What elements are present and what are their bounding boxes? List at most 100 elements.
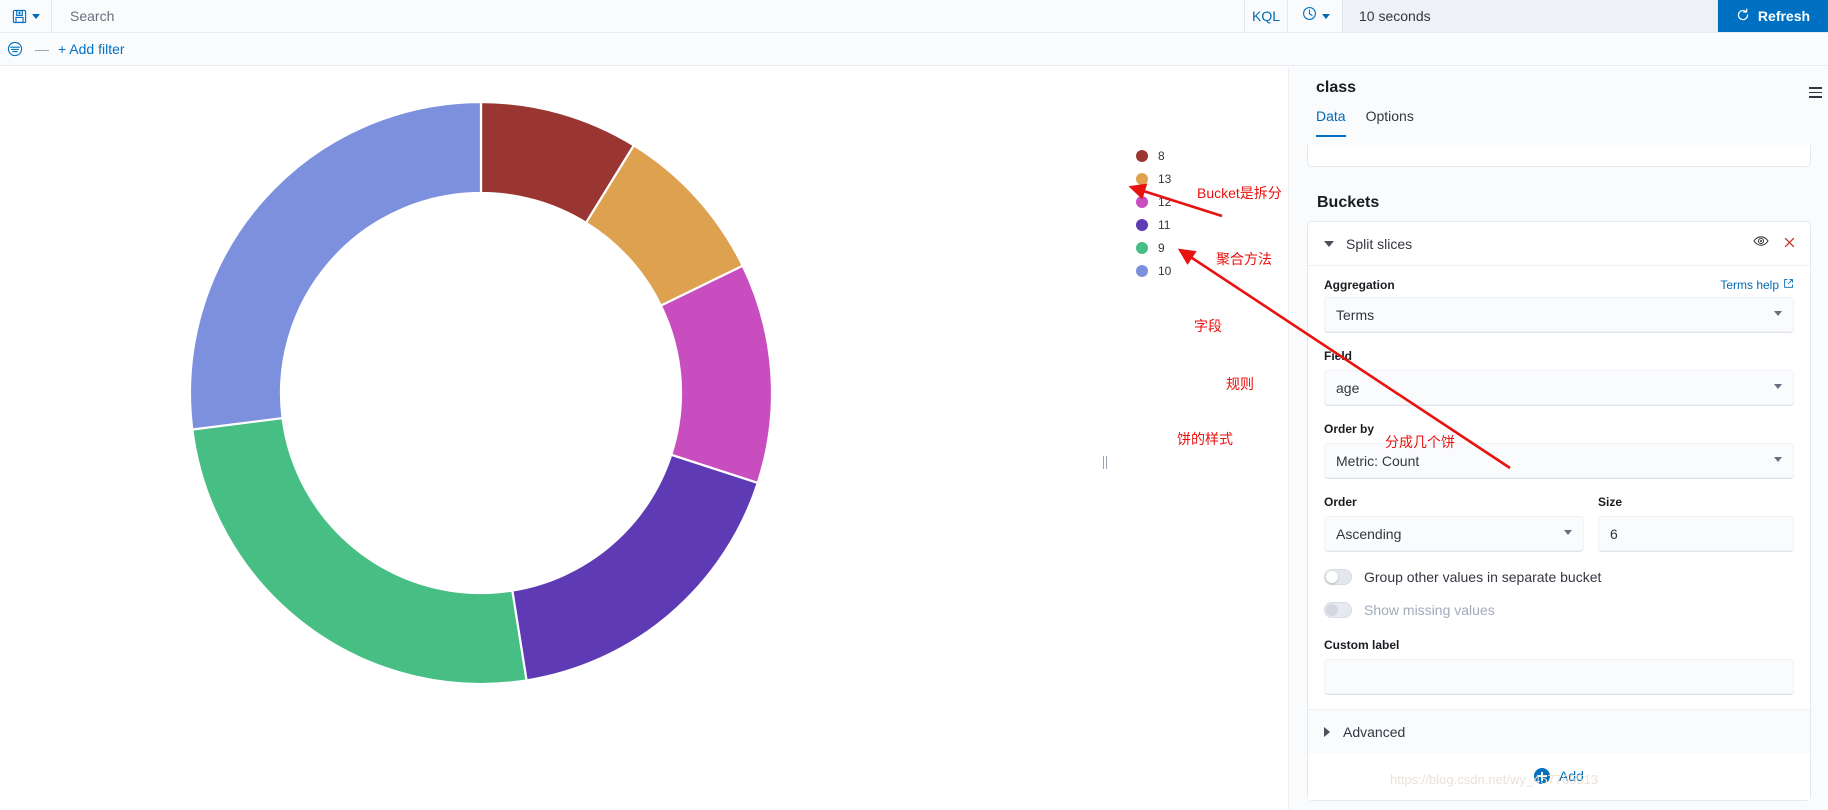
editor-tabs: Data Options (1316, 108, 1414, 137)
aggregation-select[interactable]: Terms (1324, 297, 1794, 333)
show-missing-values-row: Show missing values (1324, 602, 1794, 618)
bucket-form: Aggregation Terms help Terms Field age O… (1308, 266, 1810, 709)
group-other-values-toggle[interactable] (1324, 569, 1352, 585)
tab-data-label: Data (1316, 108, 1346, 124)
legend-color-dot (1136, 242, 1148, 254)
custom-label-group: Custom label (1324, 636, 1794, 695)
show-missing-values-toggle (1324, 602, 1352, 618)
chevron-down-icon (1322, 13, 1330, 19)
search-field-wrapper[interactable] (52, 0, 1244, 32)
group-other-values-row[interactable]: Group other values in separate bucket (1324, 569, 1794, 585)
legend-item[interactable]: 9 (1136, 241, 1171, 255)
split-slices-label: Split slices (1346, 235, 1413, 252)
chevron-down-icon (1774, 311, 1782, 316)
annotation-field: 字段 (1194, 318, 1222, 334)
filter-list-icon[interactable] (4, 41, 26, 57)
legend-color-dot (1136, 196, 1148, 208)
kql-language-button[interactable]: KQL (1244, 0, 1288, 32)
add-filter-button[interactable]: + Add filter (58, 41, 125, 57)
legend-item-label: 10 (1158, 264, 1172, 278)
size-input[interactable] (1598, 516, 1794, 552)
chevron-down-icon (1324, 240, 1334, 247)
aggregation-value: Terms (1336, 306, 1375, 323)
refresh-label: Refresh (1757, 8, 1811, 24)
field-select[interactable]: age (1324, 370, 1794, 406)
chevron-down-icon (1564, 530, 1572, 535)
legend-color-dot (1136, 173, 1148, 185)
kql-label: KQL (1251, 8, 1280, 24)
size-group: Size (1598, 493, 1794, 552)
legend-item-label: 13 (1158, 172, 1172, 186)
donut-slice-9[interactable] (191, 416, 528, 686)
save-disk-icon (12, 9, 27, 24)
refresh-icon (1736, 7, 1750, 25)
order-size-row: Order Ascending Size (1324, 493, 1794, 552)
legend-item[interactable]: 10 (1136, 264, 1171, 278)
order-by-label: Order by (1324, 422, 1375, 436)
annotation-pie-style: 饼的样式 (1177, 431, 1233, 447)
donut-slice-11[interactable] (511, 453, 760, 682)
refresh-interval-display[interactable]: 10 seconds (1343, 0, 1717, 32)
visualization-area: 8 13 12 11 9 10 (0, 67, 1288, 810)
aggregation-label: Aggregation (1324, 278, 1395, 292)
filter-separator: — (35, 41, 49, 57)
quick-select-button[interactable] (1288, 0, 1343, 32)
order-group: Order Ascending (1324, 493, 1584, 552)
page-title: class (1316, 79, 1357, 96)
chevron-right-icon (1324, 727, 1330, 737)
terms-help-label: Terms help (1720, 278, 1779, 292)
custom-label-input[interactable] (1324, 659, 1794, 695)
panel-resize-handle[interactable] (1101, 455, 1109, 469)
legend-item-label: 8 (1158, 149, 1165, 163)
order-label: Order (1324, 495, 1357, 509)
legend-color-dot (1136, 219, 1148, 231)
refresh-button[interactable]: Refresh (1718, 0, 1828, 32)
eye-icon[interactable] (1753, 233, 1769, 254)
query-bar: KQL 10 seconds (0, 0, 1828, 33)
legend-color-dot (1136, 265, 1148, 277)
split-slices-row[interactable]: Split slices (1308, 222, 1810, 266)
donut-slice-12[interactable] (659, 264, 774, 485)
legend-item[interactable]: 11 (1136, 218, 1171, 232)
tab-data[interactable]: Data (1316, 108, 1346, 137)
annotation-bucket-is-split: Bucket是拆分 (1197, 185, 1282, 201)
legend-item[interactable]: 12 (1136, 195, 1171, 209)
group-other-values-label: Group other values in separate bucket (1364, 569, 1602, 585)
chart-legend: 8 13 12 11 9 10 (1136, 149, 1171, 278)
tab-options-label: Options (1365, 108, 1414, 124)
bucket-card: Split slices Aggregation Terms help Term… (1307, 221, 1811, 801)
saved-query-button[interactable] (0, 0, 52, 32)
close-x-icon[interactable] (1783, 236, 1796, 252)
donut-slice-10[interactable] (188, 100, 483, 431)
chevron-down-icon (1774, 384, 1782, 389)
order-value: Ascending (1336, 525, 1402, 542)
order-select[interactable]: Ascending (1324, 516, 1584, 552)
aggregation-label-row: Aggregation Terms help (1324, 278, 1794, 292)
kibana-visualize-screen: KQL 10 seconds (0, 0, 1828, 810)
field-label: Field (1324, 349, 1353, 363)
advanced-accordion[interactable]: Advanced (1308, 709, 1810, 754)
tab-options[interactable]: Options (1366, 108, 1414, 137)
legend-item[interactable]: 13 (1136, 172, 1171, 186)
terms-help-link[interactable]: Terms help (1720, 278, 1794, 292)
editor-panel: class Data Options Buckets Split slices … (1288, 67, 1828, 810)
custom-label-label: Custom label (1324, 638, 1400, 652)
donut-chart[interactable] (188, 100, 774, 686)
legend-color-dot (1136, 150, 1148, 162)
date-picker: 10 seconds (1288, 0, 1718, 32)
donut-chart-svg[interactable] (188, 100, 774, 686)
legend-item[interactable]: 8 (1136, 149, 1171, 163)
hamburger-menu-icon[interactable] (1809, 87, 1822, 98)
annotation-how-many-slices: 分成几个饼 (1385, 434, 1455, 450)
metrics-card-partial (1307, 145, 1811, 167)
order-by-value: Metric: Count (1336, 452, 1420, 469)
filter-bar: — + Add filter (0, 33, 1828, 66)
search-input[interactable] (68, 7, 1244, 25)
legend-item-label: 12 (1158, 195, 1172, 209)
editor-scroll-container: Buckets Split slices Aggregation Terms h… (1289, 145, 1828, 810)
watermark: https://blog.csdn.net/wy_457765513 (1390, 772, 1599, 787)
advanced-label: Advanced (1343, 724, 1406, 740)
annotation-aggregation-method: 聚合方法 (1216, 251, 1272, 267)
chevron-down-icon (1774, 457, 1782, 462)
legend-item-label: 11 (1158, 218, 1171, 232)
